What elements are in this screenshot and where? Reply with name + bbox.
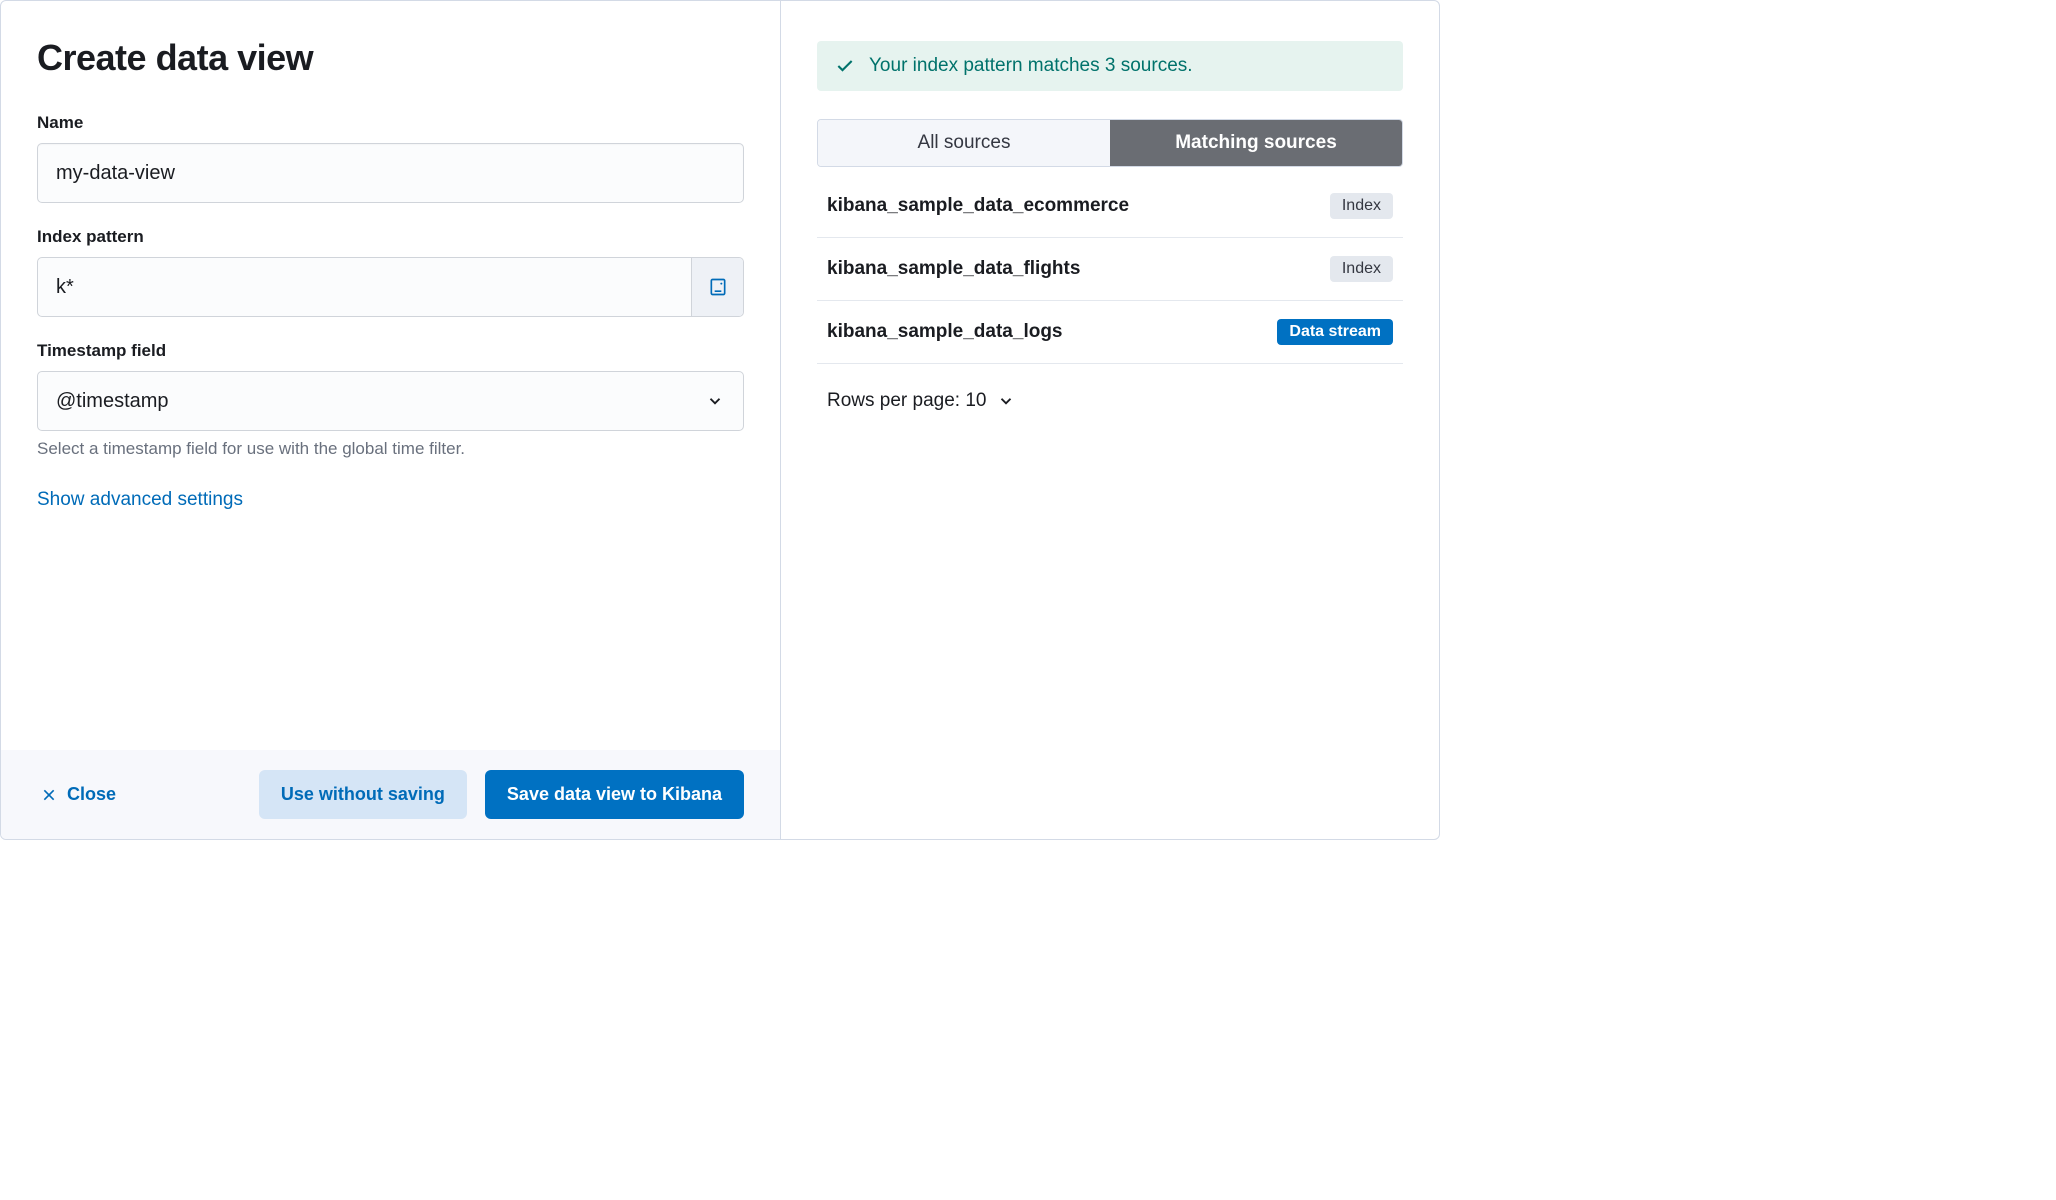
sources-tabgroup: All sources Matching sources [817, 119, 1403, 167]
index-pattern-row [37, 257, 744, 317]
check-icon [835, 56, 855, 76]
chevron-down-icon [997, 392, 1015, 410]
name-input[interactable] [37, 143, 744, 203]
tab-matching-sources[interactable]: Matching sources [1110, 120, 1402, 166]
name-field-group: Name [37, 113, 744, 203]
name-label: Name [37, 113, 744, 133]
index-pattern-help-button[interactable] [691, 258, 743, 316]
timestamp-field-group: Timestamp field @timestamp Select a time… [37, 341, 744, 459]
timestamp-help: Select a timestamp field for use with th… [37, 439, 744, 459]
index-pattern-input[interactable] [38, 258, 691, 316]
close-button[interactable]: Close [37, 772, 120, 817]
save-button[interactable]: Save data view to Kibana [485, 770, 744, 819]
dialog-footer: Close Use without saving Save data view … [1, 750, 780, 839]
advanced-settings-link[interactable]: Show advanced settings [37, 489, 243, 511]
tab-all-sources[interactable]: All sources [818, 120, 1110, 166]
source-type-badge: Data stream [1277, 319, 1393, 345]
form-body: Create data view Name Index pattern [1, 1, 780, 750]
sources-panel: Your index pattern matches 3 sources. Al… [781, 1, 1439, 839]
callout-text: Your index pattern matches 3 sources. [869, 55, 1193, 77]
rows-per-page-label: Rows per page: 10 [827, 390, 987, 412]
page-title: Create data view [37, 37, 744, 79]
form-panel: Create data view Name Index pattern [1, 1, 781, 839]
source-row: kibana_sample_data_logs Data stream [817, 301, 1403, 364]
close-label: Close [67, 784, 116, 805]
match-callout: Your index pattern matches 3 sources. [817, 41, 1403, 91]
source-name: kibana_sample_data_logs [827, 321, 1063, 343]
timestamp-label: Timestamp field [37, 341, 744, 361]
chevron-down-icon [705, 391, 725, 411]
close-icon [41, 787, 57, 803]
create-data-view-dialog: Create data view Name Index pattern [0, 0, 1440, 840]
book-icon [708, 277, 728, 297]
source-name: kibana_sample_data_ecommerce [827, 195, 1129, 217]
rows-per-page-select[interactable]: Rows per page: 10 [817, 390, 1015, 412]
timestamp-value: @timestamp [56, 390, 705, 413]
timestamp-select[interactable]: @timestamp [37, 371, 744, 431]
source-row: kibana_sample_data_flights Index [817, 238, 1403, 301]
use-without-saving-button[interactable]: Use without saving [259, 770, 467, 819]
source-type-badge: Index [1330, 256, 1393, 282]
sources-list: kibana_sample_data_ecommerce Index kiban… [817, 175, 1403, 364]
index-pattern-label: Index pattern [37, 227, 744, 247]
source-type-badge: Index [1330, 193, 1393, 219]
source-row: kibana_sample_data_ecommerce Index [817, 175, 1403, 238]
source-name: kibana_sample_data_flights [827, 258, 1080, 280]
index-pattern-field-group: Index pattern [37, 227, 744, 317]
